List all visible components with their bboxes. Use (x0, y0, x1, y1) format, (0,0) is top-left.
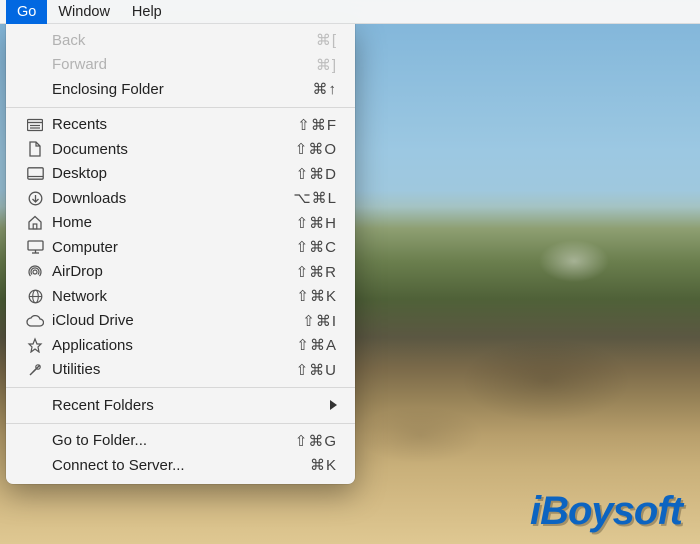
spacer-icon (26, 456, 44, 474)
menu-shortcut: ⌘] (316, 56, 337, 74)
menu-shortcut: ⌘K (310, 456, 337, 474)
menu-separator (6, 107, 355, 108)
menu-shortcut: ⇧⌘U (296, 361, 337, 379)
menu-item-recents[interactable]: Recents ⇧⌘F (6, 113, 355, 138)
menu-item-documents[interactable]: Documents ⇧⌘O (6, 137, 355, 162)
menu-shortcut: ⇧⌘I (302, 312, 337, 330)
menu-item-desktop[interactable]: Desktop ⇧⌘D (6, 162, 355, 187)
menu-shortcut: ⇧⌘F (297, 116, 337, 134)
menu-label: Connect to Server... (52, 457, 310, 474)
spacer-icon (26, 31, 44, 49)
menu-help[interactable]: Help (121, 0, 173, 24)
menu-label: Network (52, 288, 296, 305)
menu-shortcut: ⇧⌘D (296, 165, 337, 183)
spacer-icon (26, 396, 44, 414)
airdrop-icon (26, 263, 44, 281)
watermark-text: iBoysoft (530, 489, 682, 534)
menu-item-forward: Forward ⌘] (6, 53, 355, 78)
menu-go[interactable]: Go (6, 0, 47, 24)
computer-icon (26, 238, 44, 256)
menu-label: Desktop (52, 165, 296, 182)
menu-shortcut: ⌘↑ (313, 80, 338, 98)
menu-label: Go to Folder... (52, 432, 295, 449)
menu-shortcut: ⇧⌘K (296, 287, 337, 305)
menu-shortcut: ⇧⌘O (295, 140, 337, 158)
menu-label: Enclosing Folder (52, 81, 313, 98)
menu-shortcut: ⇧⌘G (295, 432, 337, 450)
menu-item-back: Back ⌘[ (6, 28, 355, 53)
menu-item-icloud-drive[interactable]: iCloud Drive ⇧⌘I (6, 309, 355, 334)
menu-label: Recent Folders (52, 397, 330, 414)
menu-item-connect-to-server[interactable]: Connect to Server... ⌘K (6, 453, 355, 478)
menu-item-enclosing-folder[interactable]: Enclosing Folder ⌘↑ (6, 77, 355, 102)
menu-label: Recents (52, 116, 297, 133)
documents-icon (26, 140, 44, 158)
submenu-chevron-icon (330, 400, 337, 410)
menu-separator (6, 387, 355, 388)
menu-label: Home (52, 214, 296, 231)
menu-shortcut: ⇧⌘R (296, 263, 337, 281)
home-icon (26, 214, 44, 232)
icloud-icon (26, 312, 44, 330)
menu-label: Computer (52, 239, 296, 256)
spacer-icon (26, 80, 44, 98)
menubar: Go Window Help (0, 0, 700, 24)
menu-separator (6, 423, 355, 424)
menu-label: Applications (52, 337, 296, 354)
desktop-icon (26, 165, 44, 183)
menu-item-network[interactable]: Network ⇧⌘K (6, 284, 355, 309)
spacer-icon (26, 432, 44, 450)
menu-shortcut: ⇧⌘A (296, 336, 337, 354)
menu-item-recent-folders[interactable]: Recent Folders (6, 393, 355, 418)
menu-label: Forward (52, 56, 316, 73)
recents-icon (26, 116, 44, 134)
menu-shortcut: ⇧⌘C (296, 238, 337, 256)
menu-item-go-to-folder[interactable]: Go to Folder... ⇧⌘G (6, 429, 355, 454)
applications-icon (26, 336, 44, 354)
menu-item-airdrop[interactable]: AirDrop ⇧⌘R (6, 260, 355, 285)
menu-label: Documents (52, 141, 295, 158)
menu-shortcut: ⇧⌘H (296, 214, 337, 232)
menu-window[interactable]: Window (47, 0, 121, 24)
menu-item-home[interactable]: Home ⇧⌘H (6, 211, 355, 236)
menu-label: Utilities (52, 361, 296, 378)
menu-item-downloads[interactable]: Downloads ⌥⌘L (6, 186, 355, 211)
menu-item-computer[interactable]: Computer ⇧⌘C (6, 235, 355, 260)
menu-shortcut: ⌘[ (316, 31, 337, 49)
network-icon (26, 287, 44, 305)
go-dropdown-menu: Back ⌘[ Forward ⌘] Enclosing Folder ⌘↑ R… (6, 24, 355, 484)
menu-label: Downloads (52, 190, 293, 207)
menu-label: AirDrop (52, 263, 296, 280)
menu-label: Back (52, 32, 316, 49)
spacer-icon (26, 56, 44, 74)
menu-item-utilities[interactable]: Utilities ⇧⌘U (6, 358, 355, 383)
menu-label: iCloud Drive (52, 312, 302, 329)
menu-shortcut: ⌥⌘L (293, 189, 337, 207)
downloads-icon (26, 189, 44, 207)
menu-item-applications[interactable]: Applications ⇧⌘A (6, 333, 355, 358)
utilities-icon (26, 361, 44, 379)
